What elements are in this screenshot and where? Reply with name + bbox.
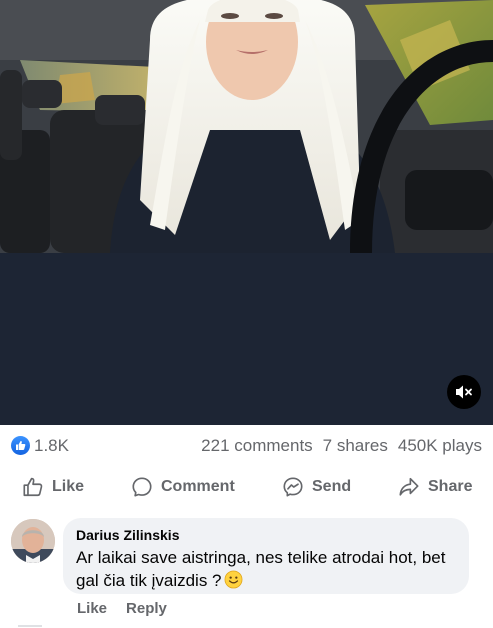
comment-bubble: Darius Zilinskis Ar laikai save aistring… (63, 518, 469, 594)
comment-author-name[interactable]: Darius Zilinskis (76, 527, 456, 544)
comments-count-link[interactable]: 221 comments (201, 436, 313, 456)
share-button-label: Share (428, 478, 473, 495)
send-button[interactable]: Send (282, 470, 351, 504)
user-photo (11, 519, 55, 563)
comment-text: Ar laikai save aistringa, nes telike atr… (76, 546, 456, 592)
reactions-count[interactable]: 1.8K (34, 436, 69, 456)
shares-count-link[interactable]: 7 shares (323, 436, 388, 456)
thumbs-up-icon[interactable] (11, 436, 30, 455)
like-button[interactable]: Like (22, 470, 84, 504)
plays-count: 450K plays (397, 436, 482, 455)
next-item-edge (18, 625, 42, 627)
comment-body: Ar laikai save aistringa, nes telike atr… (76, 548, 446, 590)
comment-actions: Like Reply (77, 600, 167, 617)
thumbs-up-outline-icon (23, 477, 43, 497)
stats-summary: 221 comments 7 shares 450K plays (201, 436, 482, 456)
mute-toggle-button[interactable] (447, 375, 481, 409)
messenger-icon (283, 477, 303, 497)
video-letterbox (0, 253, 493, 425)
video-still (0, 0, 493, 253)
post-container: 1.8K 221 comments 7 shares 450K plays Li… (0, 0, 493, 628)
avatar[interactable] (11, 519, 55, 563)
like-button-label: Like (52, 478, 85, 495)
share-arrow-icon (399, 477, 419, 496)
share-button[interactable]: Share (398, 470, 472, 504)
speaker-muted-icon (456, 385, 472, 399)
engagement-stats: 1.8K 221 comments 7 shares 450K plays (0, 432, 493, 460)
comment-button-label: Comment (161, 478, 235, 495)
comment-reply-button[interactable]: Reply (126, 600, 167, 617)
speech-bubble-icon (132, 477, 152, 497)
post-action-bar: Like Comment Send Share (0, 470, 493, 504)
send-button-label: Send (312, 478, 352, 495)
video-frame[interactable] (0, 0, 493, 253)
comment-button[interactable]: Comment (131, 470, 235, 504)
smiling-face-emoji-icon (224, 570, 242, 589)
comment-like-button[interactable]: Like (77, 600, 107, 617)
